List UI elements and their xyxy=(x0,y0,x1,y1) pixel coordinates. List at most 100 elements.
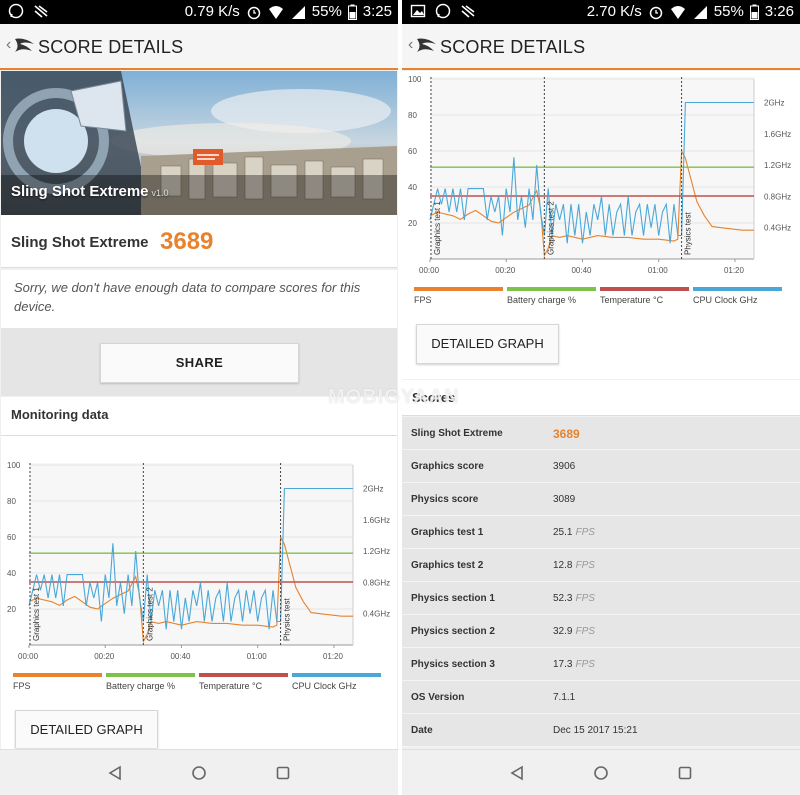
score-row: OS Version 7.1.1 xyxy=(402,681,800,714)
score-label: Date xyxy=(411,725,433,736)
score-label: Graphics test 1 xyxy=(411,527,484,538)
test-marker-label: Graphics test 2 xyxy=(145,587,154,641)
3dmark-logo-icon xyxy=(417,38,436,52)
chart-legend: FPS Battery charge % Temperature °C CPU … xyxy=(414,287,782,305)
back-chevron-icon[interactable]: ‹ xyxy=(6,36,11,54)
score-label: Physics score xyxy=(411,494,479,505)
y-tick-label: 20 xyxy=(408,219,417,228)
monitoring-title: Monitoring data xyxy=(11,407,109,422)
monitoring-card: Monitoring data 20 40 60 80 100 0.4GHz 0.8GHz 1… xyxy=(1,397,397,749)
alarm-icon xyxy=(649,6,663,19)
detailed-graph-button[interactable]: DETAILED GRAPH xyxy=(416,324,559,364)
gallery-icon xyxy=(410,4,426,18)
monitoring-chart: 20 40 60 80 100 0.4GHz 0.8GHz 1.2GHz 1.6GHz 2GHz 0… xyxy=(408,75,791,275)
y-tick-label: 60 xyxy=(408,147,417,156)
test-marker-label: Graphics test 1 xyxy=(433,201,442,255)
legend-battery: Battery charge % xyxy=(106,673,195,691)
x-tick-label: 01:20 xyxy=(323,652,344,661)
score-unit: FPS xyxy=(575,527,595,538)
nav-recents-icon[interactable] xyxy=(677,765,693,781)
legend-temperature: Temperature °C xyxy=(199,673,288,691)
y-tick-label: 100 xyxy=(7,461,21,470)
y-tick-label: 20 xyxy=(7,605,16,614)
score-value: 17.3 FPS xyxy=(553,659,595,670)
score-row: Sling Shot Extreme 3689 xyxy=(402,417,800,450)
y2-tick-label: 2GHz xyxy=(363,484,383,493)
score-unit: FPS xyxy=(575,593,595,604)
test-marker-label: Graphics test 1 xyxy=(32,587,41,641)
nav-back-icon[interactable] xyxy=(509,765,525,781)
score-value: 3906 xyxy=(553,461,576,472)
network-speed: 0.79 K/s xyxy=(184,3,240,20)
legend-fps: FPS xyxy=(414,287,503,305)
score-value: 7.1.1 xyxy=(553,692,576,703)
legend-battery: Battery charge % xyxy=(507,287,596,305)
y2-tick-label: 0.4GHz xyxy=(363,610,390,619)
y-tick-label: 80 xyxy=(408,111,417,120)
score-label: Graphics score xyxy=(411,461,484,472)
chart-legend: FPS Battery charge % Temperature °C CPU … xyxy=(13,673,381,691)
y2-tick-label: 0.8GHz xyxy=(764,192,791,201)
score-value: 52.3 FPS xyxy=(553,593,595,604)
banner-version: v1.0 xyxy=(151,188,169,198)
y2-tick-label: 1.2GHz xyxy=(363,547,390,556)
y-tick-label: 100 xyxy=(408,75,422,84)
watermark-text: MOBIGYAAN xyxy=(328,386,460,408)
test-marker-label: Graphics test 2 xyxy=(546,201,555,255)
back-chevron-icon[interactable]: ‹ xyxy=(408,36,413,54)
detailed-graph-button[interactable]: DETAILED GRAPH xyxy=(15,710,158,748)
banner-title: Sling Shot Extreme v1.0 xyxy=(11,183,169,200)
x-tick-label: 00:20 xyxy=(495,266,516,275)
signal-icon xyxy=(693,5,707,19)
y2-tick-label: 1.6GHz xyxy=(363,516,390,525)
score-label: Graphics test 2 xyxy=(411,560,484,571)
y2-tick-label: 2GHz xyxy=(764,98,784,107)
legend-temperature: Temperature °C xyxy=(600,287,689,305)
right-screen: 2.70 K/s 55% 3:26 ‹ SCORE DETAILS 20 40 60… xyxy=(402,0,800,795)
scores-table: Sling Shot Extreme 3689 Graphics score 3906… xyxy=(402,417,800,747)
benchmark-banner-image: Sling Shot Extreme v1.0 xyxy=(1,71,397,215)
score-label: OS Version xyxy=(411,692,465,703)
test-marker-label: Physics test xyxy=(283,598,292,641)
score-label: Physics section 2 xyxy=(411,626,495,637)
score-value: 3089 xyxy=(553,494,576,505)
clock: 3:26 xyxy=(764,3,794,20)
battery-percent: 55% xyxy=(311,3,342,20)
y2-tick-label: 0.8GHz xyxy=(363,578,390,587)
share-button[interactable]: SHARE xyxy=(100,343,299,383)
y2-tick-label: 0.4GHz xyxy=(764,224,791,233)
nav-home-icon[interactable] xyxy=(191,765,207,781)
android-nav-bar xyxy=(402,749,800,795)
score-value: 3689 xyxy=(553,427,580,441)
score-label: Sling Shot Extreme xyxy=(411,428,503,439)
x-tick-label: 01:00 xyxy=(648,266,669,275)
android-nav-bar xyxy=(0,749,398,795)
y2-tick-label: 1.2GHz xyxy=(764,161,791,170)
score-unit: FPS xyxy=(575,626,595,637)
alarm-icon xyxy=(247,6,261,19)
y-tick-label: 40 xyxy=(7,569,16,578)
whatsapp-icon xyxy=(435,3,451,19)
y-tick-label: 80 xyxy=(7,497,16,506)
y2-tick-label: 1.6GHz xyxy=(764,130,791,139)
whatsapp-icon xyxy=(8,3,24,19)
nav-home-icon[interactable] xyxy=(593,765,609,781)
divider xyxy=(1,435,397,436)
score-unit: FPS xyxy=(575,560,595,571)
status-bar: 0.79 K/s 55% 3:25 xyxy=(0,0,398,24)
score-value: 25.1 FPS xyxy=(553,527,595,538)
x-tick-label: 00:40 xyxy=(170,652,191,661)
monitoring-card: 20 40 60 80 100 0.4GHz 0.8GHz 1.2GHz 1.6GHz 2GHz 0… xyxy=(402,71,800,379)
signal-icon xyxy=(291,5,305,19)
nav-back-icon[interactable] xyxy=(107,765,123,781)
score-label: Physics section 1 xyxy=(411,593,495,604)
battery-icon xyxy=(347,4,357,20)
x-tick-label: 00:40 xyxy=(571,266,592,275)
score-row: Physics section 2 32.9 FPS xyxy=(402,615,800,648)
app-bar: ‹ SCORE DETAILS xyxy=(402,24,800,70)
overall-score-card: Sling Shot Extreme 3689 xyxy=(1,215,397,268)
nav-recents-icon[interactable] xyxy=(275,765,291,781)
monitoring-chart: 20 40 60 80 100 0.4GHz 0.8GHz 1.2GHz 1.6GHz 2GHz 0… xyxy=(7,461,390,661)
x-tick-label: 01:20 xyxy=(724,266,745,275)
battery-icon xyxy=(749,4,759,20)
